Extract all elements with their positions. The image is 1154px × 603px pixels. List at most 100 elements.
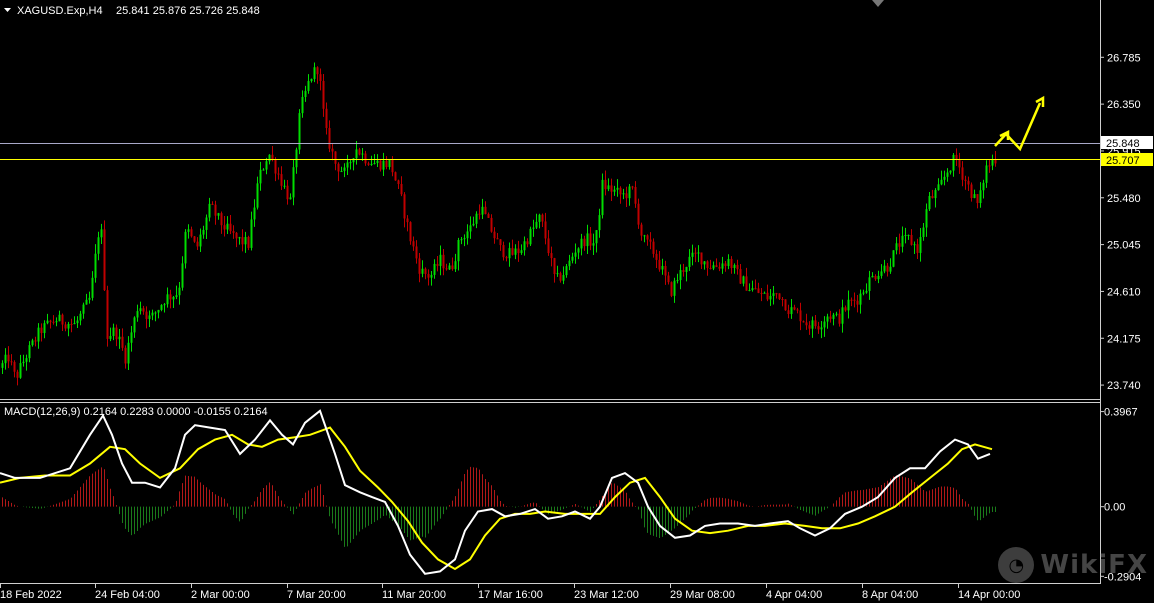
candle-body: [193, 236, 196, 242]
candle-body: [967, 180, 970, 185]
candle-body: [169, 294, 172, 300]
candle-body: [73, 323, 76, 325]
candle-body: [667, 275, 670, 283]
candle-body: [694, 252, 697, 254]
candle-body: [883, 265, 886, 272]
candle-body: [847, 299, 850, 311]
candle-body: [943, 176, 946, 180]
candle-body: [70, 323, 73, 325]
candle-body: [406, 218, 409, 223]
candle-body: [568, 260, 571, 267]
candle-body: [439, 254, 442, 266]
candle-body: [838, 313, 841, 324]
candle-body: [922, 227, 925, 238]
candle-body: [946, 172, 949, 177]
candle-body: [295, 149, 298, 168]
candle-body: [577, 248, 580, 253]
candle-body: [673, 280, 676, 296]
candle-body: [385, 160, 388, 167]
candle-body: [949, 170, 952, 173]
candle-body: [925, 209, 928, 228]
candle-body: [64, 324, 67, 329]
candle-body: [229, 223, 232, 232]
candle-body: [829, 316, 832, 319]
candle-body: [325, 108, 328, 129]
time-tick-label: 24 Feb 04:00: [95, 589, 160, 601]
candle-body: [61, 314, 64, 325]
candle-body: [184, 231, 187, 264]
macd-title: MACD(12,26,9) 0.2164 0.2283 0.0000 -0.01…: [4, 406, 268, 418]
candle-body: [331, 148, 334, 152]
candle-body: [307, 81, 310, 91]
candle-body: [643, 235, 646, 237]
candle-body: [352, 158, 355, 163]
ohlc-values: 25.841 25.876 25.726 25.848: [116, 5, 260, 17]
candle-body: [775, 293, 778, 295]
candle-body: [724, 263, 727, 267]
candle-body: [46, 320, 49, 324]
candle-body: [985, 165, 988, 183]
candle-body: [538, 214, 541, 222]
candle-body: [589, 233, 592, 246]
candle-body: [871, 275, 874, 278]
candle-body: [391, 159, 394, 173]
candle-body: [517, 248, 520, 254]
candle-body: [448, 265, 451, 270]
candle-body: [991, 159, 994, 166]
candle-body: [700, 252, 703, 265]
candle-body: [988, 165, 991, 167]
candle-body: [262, 169, 265, 171]
candle-body: [214, 204, 217, 216]
candle-body: [322, 80, 325, 109]
candle-body: [841, 307, 844, 324]
trading-chart[interactable]: 26.78526.35025.91525.48025.04524.61024.1…: [0, 0, 1154, 603]
candle-body: [781, 299, 784, 301]
candle-body: [142, 308, 145, 312]
symbol-title: XAGUSD.Exp,H4: [17, 5, 103, 17]
candle-body: [721, 263, 724, 269]
candle-body: [382, 160, 385, 170]
candle-body: [172, 296, 175, 300]
candle-body: [247, 236, 250, 248]
candle-body: [148, 315, 151, 319]
candle-body: [832, 314, 835, 319]
candle-body: [607, 185, 610, 190]
candle-body: [343, 167, 346, 172]
candle-body: [436, 263, 439, 266]
candle-body: [856, 300, 859, 305]
candle-body: [7, 354, 10, 362]
candle-body: [601, 179, 604, 216]
candle-body: [769, 295, 772, 300]
candle-body: [595, 230, 598, 244]
candle-body: [706, 261, 709, 269]
candle-body: [676, 280, 679, 282]
candle-body: [634, 187, 637, 204]
candle-body: [886, 265, 889, 272]
candle-body: [100, 229, 103, 238]
candle-body: [685, 267, 688, 272]
candle-body: [265, 161, 268, 170]
candle-body: [550, 253, 553, 259]
candle-body: [280, 174, 283, 186]
candle-body: [67, 323, 70, 329]
candle-body: [1, 363, 4, 368]
candle-body: [586, 233, 589, 247]
candle-body: [145, 311, 148, 319]
candle-body: [271, 154, 274, 160]
candle-body: [928, 196, 931, 210]
candle-body: [178, 287, 181, 296]
candle-body: [28, 345, 31, 359]
candle-body: [613, 189, 616, 192]
candle-body: [43, 323, 46, 334]
candle-body: [253, 207, 256, 220]
candle-body: [862, 292, 865, 294]
candle-body: [79, 313, 82, 321]
candle-body: [409, 222, 412, 242]
time-tick-label: 18 Feb 2022: [0, 589, 62, 601]
candle-body: [520, 250, 523, 254]
candle-body: [682, 270, 685, 272]
candle-body: [373, 162, 376, 164]
candle-body: [976, 194, 979, 204]
candle-body: [160, 305, 163, 310]
candle-body: [565, 266, 568, 276]
